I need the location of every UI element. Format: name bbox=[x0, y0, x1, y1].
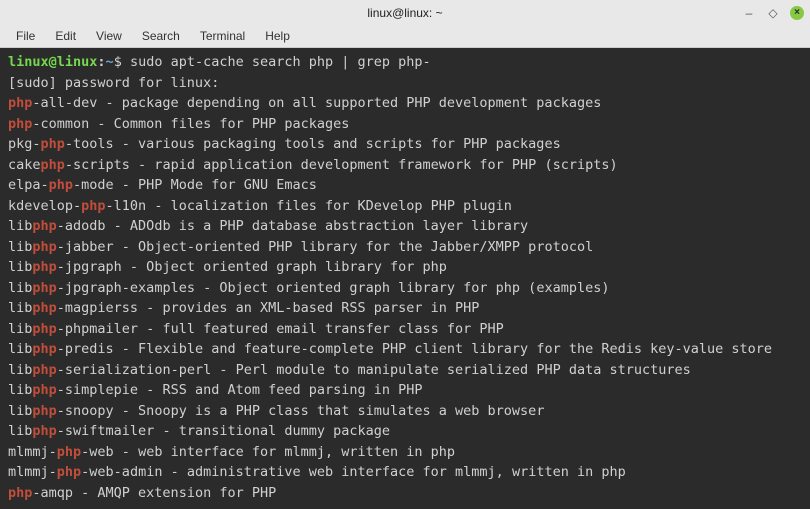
grep-match: php bbox=[32, 403, 56, 419]
result-suffix: -adodb - ADOdb is a PHP database abstrac… bbox=[57, 218, 528, 234]
grep-match: php bbox=[32, 362, 56, 378]
result-prefix: elpa- bbox=[8, 177, 49, 193]
result-prefix: mlmmj- bbox=[8, 444, 57, 460]
grep-match: php bbox=[32, 382, 56, 398]
grep-match: php bbox=[41, 136, 65, 152]
result-line: libphp-serialization-perl - Perl module … bbox=[8, 360, 802, 381]
prompt-path: ~ bbox=[106, 54, 114, 70]
result-suffix: -predis - Flexible and feature-complete … bbox=[57, 341, 772, 357]
result-suffix: -jpgraph - Object oriented graph library… bbox=[57, 259, 447, 275]
result-suffix: -web-admin - administrative web interfac… bbox=[81, 464, 626, 480]
result-line: php-all-dev - package depending on all s… bbox=[8, 93, 802, 114]
result-suffix: -all-dev - package depending on all supp… bbox=[32, 95, 601, 111]
sudo-prompt: [sudo] password for linux: bbox=[8, 73, 802, 94]
result-suffix: -phpmailer - full featured email transfe… bbox=[57, 321, 504, 337]
result-suffix: -simplepie - RSS and Atom feed parsing i… bbox=[57, 382, 423, 398]
result-prefix: lib bbox=[8, 218, 32, 234]
result-line: libphp-snoopy - Snoopy is a PHP class th… bbox=[8, 401, 802, 422]
grep-match: php bbox=[8, 485, 32, 501]
result-suffix: -web - web interface for mlmmj, written … bbox=[81, 444, 455, 460]
result-line: kdevelop-php-l10n - localization files f… bbox=[8, 196, 802, 217]
result-suffix: -scripts - rapid application development… bbox=[65, 157, 618, 173]
result-line: mlmmj-php-web-admin - administrative web… bbox=[8, 462, 802, 483]
grep-match: php bbox=[32, 218, 56, 234]
result-line: cakephp-scripts - rapid application deve… bbox=[8, 155, 802, 176]
grep-match: php bbox=[32, 321, 56, 337]
result-prefix: kdevelop- bbox=[8, 198, 81, 214]
result-line: elpa-php-mode - PHP Mode for GNU Emacs bbox=[8, 175, 802, 196]
grep-match: php bbox=[32, 280, 56, 296]
result-suffix: -swiftmailer - transitional dummy packag… bbox=[57, 423, 390, 439]
grep-match: php bbox=[57, 444, 81, 460]
result-suffix: -jabber - Object-oriented PHP library fo… bbox=[57, 239, 593, 255]
grep-match: php bbox=[32, 341, 56, 357]
result-prefix: lib bbox=[8, 280, 32, 296]
result-suffix: -tools - various packaging tools and scr… bbox=[65, 136, 561, 152]
result-suffix: -mode - PHP Mode for GNU Emacs bbox=[73, 177, 317, 193]
grep-match: php bbox=[32, 239, 56, 255]
result-suffix: -snoopy - Snoopy is a PHP class that sim… bbox=[57, 403, 545, 419]
result-line: libphp-predis - Flexible and feature-com… bbox=[8, 339, 802, 360]
grep-match: php bbox=[32, 259, 56, 275]
grep-match: php bbox=[57, 464, 81, 480]
grep-match: php bbox=[32, 300, 56, 316]
result-line: mlmmj-php-web - web interface for mlmmj,… bbox=[8, 442, 802, 463]
result-line: libphp-jpgraph-examples - Object oriente… bbox=[8, 278, 802, 299]
menu-file[interactable]: File bbox=[6, 26, 45, 46]
prompt-symbol: $ bbox=[114, 54, 130, 70]
titlebar: linux@linux: ~ – ◇ × bbox=[0, 0, 810, 25]
menubar: File Edit View Search Terminal Help bbox=[0, 25, 810, 48]
menu-help[interactable]: Help bbox=[255, 26, 300, 46]
result-prefix: lib bbox=[8, 362, 32, 378]
menu-view[interactable]: View bbox=[86, 26, 132, 46]
result-suffix: -common - Common files for PHP packages bbox=[32, 116, 349, 132]
result-prefix: lib bbox=[8, 382, 32, 398]
result-prefix: lib bbox=[8, 341, 32, 357]
result-prefix: lib bbox=[8, 321, 32, 337]
close-button[interactable]: × bbox=[790, 6, 804, 20]
menu-terminal[interactable]: Terminal bbox=[190, 26, 255, 46]
result-line: pkg-php-tools - various packaging tools … bbox=[8, 134, 802, 155]
result-prefix: lib bbox=[8, 403, 32, 419]
result-line: php-amqp - AMQP extension for PHP bbox=[8, 483, 802, 504]
result-prefix: cake bbox=[8, 157, 41, 173]
result-suffix: -serialization-perl - Perl module to man… bbox=[57, 362, 691, 378]
result-prefix: lib bbox=[8, 239, 32, 255]
command-text: sudo apt-cache search php | grep php- bbox=[130, 54, 431, 70]
result-suffix: -jpgraph-examples - Object oriented grap… bbox=[57, 280, 610, 296]
result-suffix: -amqp - AMQP extension for PHP bbox=[32, 485, 276, 501]
grep-match: php bbox=[41, 157, 65, 173]
prompt-line: linux@linux:~$ sudo apt-cache search php… bbox=[8, 52, 802, 73]
grep-match: php bbox=[49, 177, 73, 193]
result-suffix: -l10n - localization files for KDevelop … bbox=[106, 198, 512, 214]
menu-edit[interactable]: Edit bbox=[45, 26, 86, 46]
result-prefix: pkg- bbox=[8, 136, 41, 152]
result-line: libphp-swiftmailer - transitional dummy … bbox=[8, 421, 802, 442]
result-line: libphp-jabber - Object-oriented PHP libr… bbox=[8, 237, 802, 258]
result-prefix: lib bbox=[8, 300, 32, 316]
result-line: libphp-magpierss - provides an XML-based… bbox=[8, 298, 802, 319]
result-line: libphp-adodb - ADOdb is a PHP database a… bbox=[8, 216, 802, 237]
result-prefix: lib bbox=[8, 259, 32, 275]
result-line: libphp-phpmailer - full featured email t… bbox=[8, 319, 802, 340]
result-suffix: -magpierss - provides an XML-based RSS p… bbox=[57, 300, 480, 316]
prompt-user: linux@linux bbox=[8, 54, 97, 70]
result-prefix: lib bbox=[8, 423, 32, 439]
window-title: linux@linux: ~ bbox=[367, 6, 442, 20]
terminal-area[interactable]: linux@linux:~$ sudo apt-cache search php… bbox=[0, 48, 810, 509]
result-prefix: mlmmj- bbox=[8, 464, 57, 480]
result-line: php-common - Common files for PHP packag… bbox=[8, 114, 802, 135]
grep-match: php bbox=[8, 95, 32, 111]
result-line: libphp-jpgraph - Object oriented graph l… bbox=[8, 257, 802, 278]
grep-match: php bbox=[32, 423, 56, 439]
grep-match: php bbox=[8, 116, 32, 132]
window-controls: – ◇ × bbox=[742, 6, 804, 20]
minimize-button[interactable]: – bbox=[742, 6, 756, 20]
prompt-sep: : bbox=[97, 54, 105, 70]
grep-match: php bbox=[81, 198, 105, 214]
result-line: libphp-simplepie - RSS and Atom feed par… bbox=[8, 380, 802, 401]
maximize-button[interactable]: ◇ bbox=[766, 6, 780, 20]
menu-search[interactable]: Search bbox=[132, 26, 190, 46]
